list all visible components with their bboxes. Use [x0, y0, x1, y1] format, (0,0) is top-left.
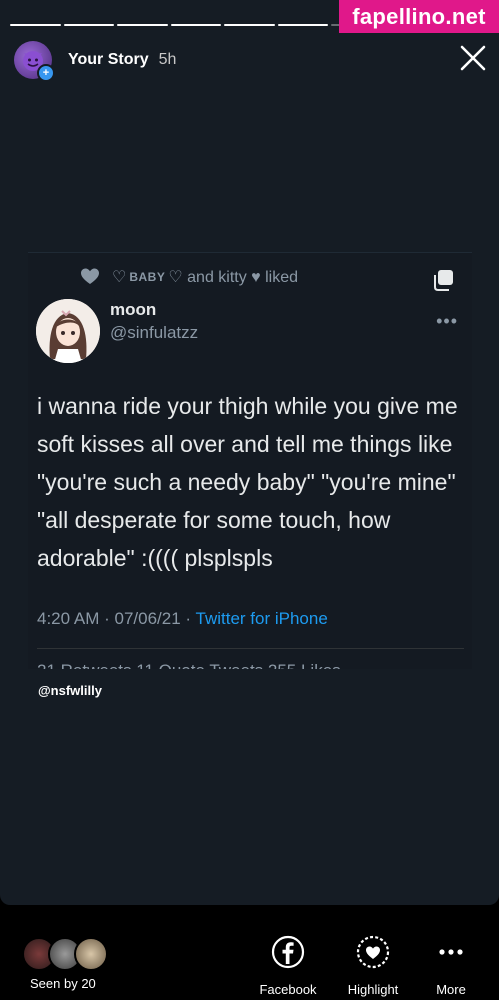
- tweet-meta: 4:20 AM · 07/06/21 · Twitter for iPhone: [37, 609, 328, 629]
- more-icon: [439, 949, 463, 955]
- tweet-source: Twitter for iPhone: [195, 609, 328, 628]
- tweet-screenshot: ♡ BABY ♡ and kitty ♥ liked moon @sinfula…: [28, 252, 472, 669]
- story-username[interactable]: Your Story: [68, 51, 149, 69]
- facebook-button[interactable]: Facebook: [253, 935, 323, 997]
- facebook-icon: [271, 935, 305, 969]
- facebook-label: Facebook: [259, 982, 317, 997]
- progress-segment: [63, 24, 115, 26]
- viewer-avatars: [22, 937, 114, 971]
- tweet-time: 4:20 AM: [37, 609, 100, 628]
- meta-separator: ·: [104, 609, 115, 628]
- seen-by-button[interactable]: [22, 937, 114, 971]
- close-icon[interactable]: [459, 44, 487, 72]
- meta-separator: ·: [185, 609, 196, 628]
- progress-segment: [224, 24, 275, 26]
- heart-icon: [81, 268, 99, 284]
- more-button[interactable]: More: [416, 935, 486, 997]
- tweet-divider: [37, 648, 464, 649]
- tweet-stats-cropped: 21 Retweets 11 Quote Tweets 255 Likes: [37, 661, 341, 669]
- tweet-more-icon: •••: [436, 311, 458, 331]
- author-handle: @sinfulatzz: [110, 322, 199, 342]
- copy-icon: [434, 270, 453, 291]
- author-avatar: [36, 299, 100, 363]
- liked-by-row: ♡ BABY ♡ and kitty ♥ liked: [80, 267, 298, 287]
- story-header: + Your Story 5h: [14, 40, 177, 82]
- progress-segment: [10, 24, 61, 26]
- story-footer: Seen by 20 Facebook Highlight More: [0, 905, 499, 1000]
- highlight-button[interactable]: Highlight: [338, 935, 408, 997]
- anime-girl-avatar-icon: [36, 299, 100, 363]
- tweet-author: moon @sinfulatzz: [36, 299, 198, 363]
- add-story-icon[interactable]: +: [37, 64, 55, 82]
- more-label: More: [436, 982, 466, 997]
- tweet-date: 07/06/21: [114, 609, 181, 628]
- liked-name-baby: BABY: [129, 270, 166, 284]
- watermark: fapellino.net: [339, 0, 499, 33]
- tweet-text: i wanna ride your thigh while you give m…: [37, 393, 458, 571]
- progress-segment: [277, 24, 329, 26]
- story-timestamp: 5h: [158, 51, 177, 68]
- seen-by-label[interactable]: Seen by 20: [30, 976, 96, 991]
- mention-sticker[interactable]: @nsfwlilly: [38, 683, 102, 698]
- author-name: moon: [110, 299, 157, 319]
- progress-segment: [117, 24, 168, 26]
- liked-suffix: ♡ and kitty ♥ liked: [168, 269, 299, 286]
- story-avatar[interactable]: +: [14, 41, 55, 82]
- story-viewer[interactable]: + Your Story 5h ♡ BABY ♡ and kitty ♥ lik…: [0, 0, 499, 905]
- highlight-label: Highlight: [347, 982, 399, 997]
- viewer-avatar: [74, 937, 108, 971]
- progress-segment: [170, 24, 222, 26]
- liked-prefix: ♡: [112, 269, 127, 286]
- highlight-icon: [356, 935, 390, 969]
